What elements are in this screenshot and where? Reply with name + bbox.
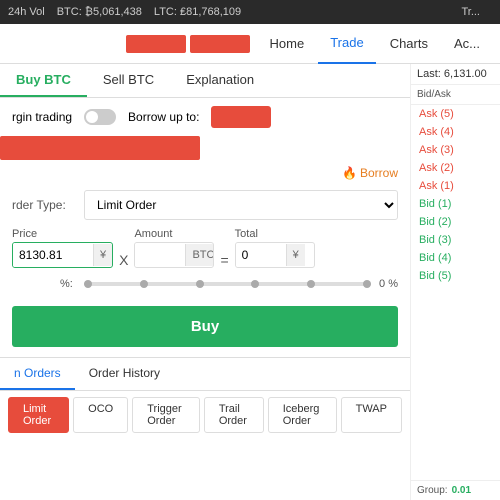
slider-row: %: 0 %: [0, 272, 410, 296]
ott-iceberg[interactable]: Iceberg Order: [268, 397, 337, 433]
btc-vol: BTC: ₿5,061,438: [57, 6, 142, 18]
buy-btn-row: Buy: [0, 296, 410, 357]
ask-4[interactable]: Ask (4): [411, 123, 500, 141]
ltc-vol: LTC: ₤81,768,109: [154, 6, 241, 18]
ott-limit[interactable]: Limit Order: [8, 397, 69, 433]
margin-label: rgin trading: [12, 110, 72, 124]
ott-trigger[interactable]: Trigger Order: [132, 397, 200, 433]
multiply-sign: X: [119, 252, 128, 268]
nav-red-block-1: [126, 35, 186, 53]
top-bar: 24h Vol BTC: ₿5,061,438 LTC: ₤81,768,109…: [0, 0, 500, 24]
price-input-wrap: ¥: [12, 242, 113, 268]
nav-bar: Home Trade Charts Ac...: [0, 24, 500, 64]
order-book-list: Ask (5) Ask (4) Ask (3) Ask (2) Ask (1) …: [411, 105, 500, 480]
nav-home[interactable]: Home: [258, 24, 317, 64]
slider-dots: [84, 279, 371, 288]
group-label: Group:: [417, 485, 448, 496]
vol-label: 24h Vol: [8, 6, 45, 18]
bid-ask-header: Bid/Ask: [411, 85, 500, 105]
price-currency: ¥: [93, 244, 112, 266]
tab-buy-btc[interactable]: Buy BTC: [0, 64, 87, 97]
amount-input-wrap: BTC: [134, 242, 214, 268]
total-field-group: Total ¥: [235, 228, 315, 268]
total-input[interactable]: [236, 243, 286, 267]
buy-button[interactable]: Buy: [12, 306, 398, 347]
total-label: Total: [235, 228, 315, 240]
slider-dot-0: [84, 280, 92, 288]
ott-twap[interactable]: TWAP: [341, 397, 402, 433]
order-type-row: rder Type: Limit Order Market Order Stop…: [0, 182, 410, 228]
group-row: Group: 0.01: [411, 480, 500, 500]
bid-3[interactable]: Bid (3): [411, 231, 500, 249]
nav-account[interactable]: Ac...: [442, 24, 492, 64]
price-input[interactable]: [13, 243, 93, 267]
order-type-tabs: Limit Order OCO Trigger Order Trail Orde…: [0, 391, 410, 439]
group-value: 0.01: [452, 485, 471, 496]
red-banner: [0, 136, 200, 160]
last-price: Last: 6,131.00: [411, 64, 500, 85]
borrow-amount-field[interactable]: [211, 106, 271, 128]
ott-oco[interactable]: OCO: [73, 397, 128, 433]
ask-2[interactable]: Ask (2): [411, 159, 500, 177]
nav-trade[interactable]: Trade: [318, 24, 375, 64]
amount-field-group: Amount BTC: [134, 228, 214, 268]
bid-2[interactable]: Bid (2): [411, 213, 500, 231]
slider-dot-4: [307, 280, 315, 288]
borrow-icon: 🔥: [342, 166, 357, 180]
tab-open-orders[interactable]: n Orders: [0, 358, 75, 390]
borrow-label: Borrow up to:: [128, 110, 199, 124]
borrow-btn-label: Borrow: [360, 166, 398, 180]
bid-4[interactable]: Bid (4): [411, 249, 500, 267]
ask-5[interactable]: Ask (5): [411, 105, 500, 123]
order-type-label: rder Type:: [12, 198, 72, 212]
overflow-label: Tr...: [461, 6, 480, 18]
total-currency: ¥: [286, 244, 305, 266]
margin-toggle[interactable]: [84, 109, 116, 125]
borrow-button[interactable]: 🔥 Borrow: [342, 166, 398, 180]
ott-trail[interactable]: Trail Order: [204, 397, 264, 433]
slider-dot-1: [140, 280, 148, 288]
ask-1[interactable]: Ask (1): [411, 177, 500, 195]
ask-3[interactable]: Ask (3): [411, 141, 500, 159]
nav-red-blocks: [126, 35, 250, 53]
order-type-select[interactable]: Limit Order Market Order Stop Order: [84, 190, 398, 220]
trade-tabs: Buy BTC Sell BTC Explanation: [0, 64, 410, 98]
amount-input[interactable]: [135, 243, 185, 267]
equals-sign: =: [220, 252, 228, 268]
nav-right: Home Trade Charts Ac...: [258, 24, 492, 64]
total-input-wrap: ¥: [235, 242, 315, 268]
tab-explanation[interactable]: Explanation: [170, 64, 270, 97]
borrow-row: 🔥 Borrow: [0, 164, 410, 182]
bid-5[interactable]: Bid (5): [411, 267, 500, 285]
nav-red-block-2: [190, 35, 250, 53]
bid-1[interactable]: Bid (1): [411, 195, 500, 213]
right-panel: Last: 6,131.00 Bid/Ask Ask (5) Ask (4) A…: [410, 64, 500, 500]
pct-value: 0 %: [379, 278, 398, 290]
slider-track[interactable]: [84, 282, 371, 286]
tab-sell-btc[interactable]: Sell BTC: [87, 64, 170, 97]
amount-currency: BTC: [185, 244, 214, 266]
bottom-tabs: n Orders Order History Limit Order OCO T…: [0, 357, 410, 439]
slider-dot-3: [251, 280, 259, 288]
slider-dot-2: [196, 280, 204, 288]
price-amount-total-row: Price ¥ X Amount BTC = Total ¥: [0, 228, 410, 268]
price-field-group: Price ¥: [12, 228, 113, 268]
pct-label: %:: [60, 278, 76, 290]
main-layout: Buy BTC Sell BTC Explanation rgin tradin…: [0, 64, 500, 500]
price-label: Price: [12, 228, 113, 240]
amount-label: Amount: [134, 228, 214, 240]
nav-charts[interactable]: Charts: [378, 24, 440, 64]
bottom-tab-row: n Orders Order History: [0, 358, 410, 391]
slider-dot-5: [363, 280, 371, 288]
margin-row: rgin trading Borrow up to:: [0, 98, 410, 136]
tab-order-history[interactable]: Order History: [75, 358, 174, 390]
left-panel: Buy BTC Sell BTC Explanation rgin tradin…: [0, 64, 410, 500]
